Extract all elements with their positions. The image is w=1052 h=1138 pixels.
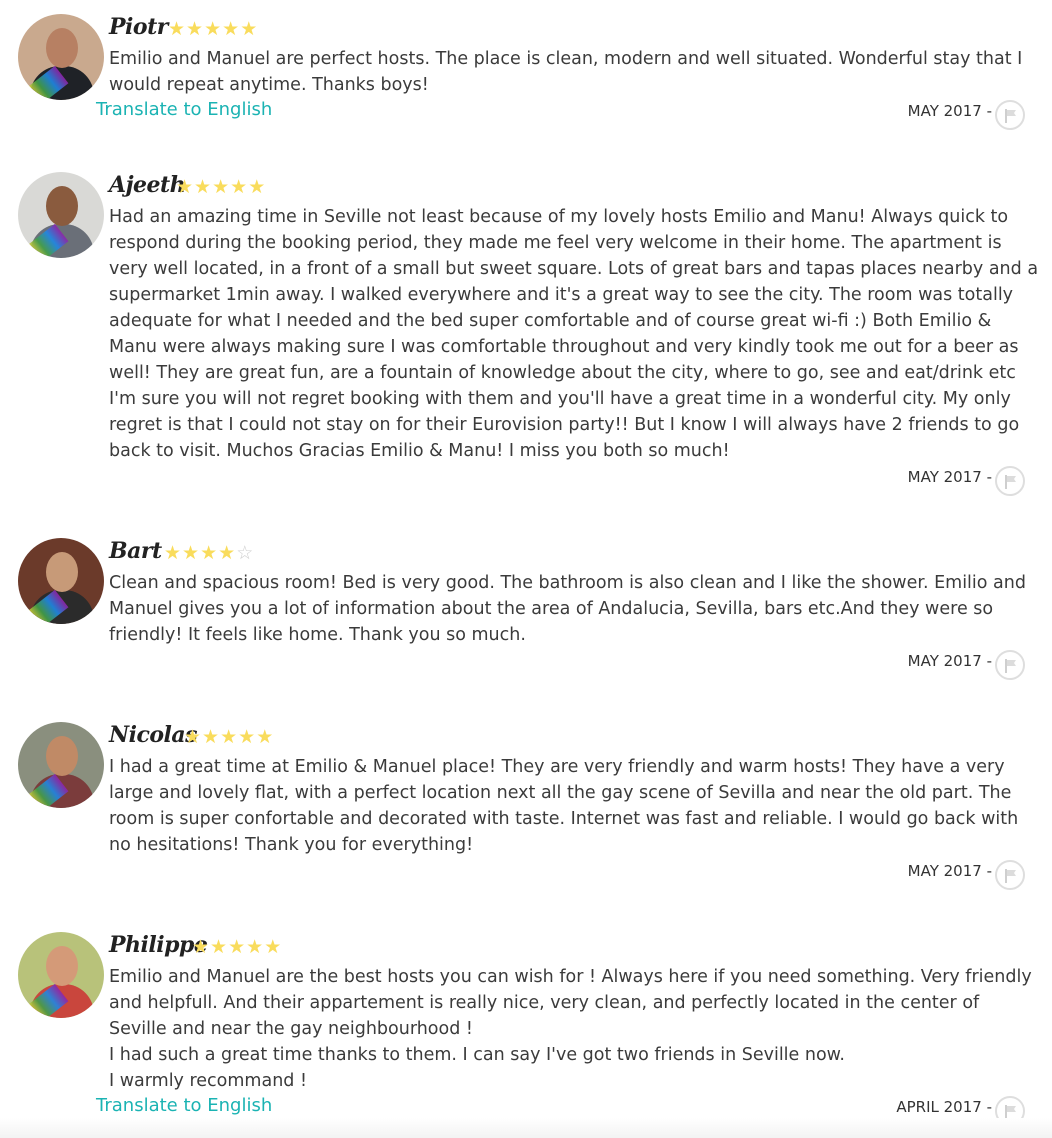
star-icon: ★ [222, 18, 240, 40]
review-text: Had an amazing time in Seville not least… [109, 207, 1039, 461]
review-text: I had a great time at Emilio & Manuel pl… [109, 757, 1019, 855]
star-icon: ★ [220, 726, 238, 748]
avatar[interactable] [18, 932, 104, 1018]
report-flag-button[interactable] [995, 100, 1025, 130]
rating-stars: ★ ★ ★ ★ ★ [176, 177, 265, 197]
avatar[interactable] [18, 722, 104, 808]
translate-link[interactable]: Translate to English [96, 99, 272, 120]
star-icon: ★ [248, 176, 266, 198]
rating-stars: ★ ★ ★ ★ ☆ [164, 543, 253, 563]
star-icon: ★ [238, 726, 256, 748]
star-icon: ★ [184, 726, 202, 748]
star-icon: ★ [176, 176, 194, 198]
star-icon: ★ [202, 726, 220, 748]
star-icon: ★ [230, 176, 248, 198]
flag-icon [1005, 659, 1016, 673]
rating-stars: ★ ★ ★ ★ ★ [192, 937, 281, 957]
flag-icon [1005, 869, 1016, 883]
star-icon: ★ [246, 936, 264, 958]
star-icon: ★ [192, 936, 210, 958]
review-date: MAY 2017 - [907, 652, 992, 670]
avatar[interactable] [18, 538, 104, 624]
review-text: Emilio and Manuel are perfect hosts. The… [109, 49, 1023, 95]
reviewer-name[interactable]: Piotr [109, 14, 168, 40]
translate-link[interactable]: Translate to English [96, 1095, 272, 1116]
review-date: MAY 2017 - [907, 468, 992, 486]
avatar[interactable] [18, 14, 104, 100]
star-icon: ★ [200, 542, 218, 564]
star-icon: ★ [228, 936, 246, 958]
avatar[interactable] [18, 172, 104, 258]
reviewer-name[interactable]: Bart [109, 538, 162, 564]
review-date: MAY 2017 - [907, 102, 992, 120]
star-icon: ★ [194, 176, 212, 198]
flag-icon [1005, 109, 1016, 123]
rating-stars: ★ ★ ★ ★ ★ [168, 19, 257, 39]
rating-stars: ★ ★ ★ ★ ★ [184, 727, 273, 747]
reviewer-name[interactable]: Ajeeth [109, 172, 186, 198]
star-empty-icon: ☆ [236, 542, 254, 564]
star-icon: ★ [210, 936, 228, 958]
star-icon: ★ [182, 542, 200, 564]
review-text: Emilio and Manuel are the best hosts you… [109, 967, 1032, 1091]
report-flag-button[interactable] [995, 860, 1025, 890]
review-date: MAY 2017 - [907, 862, 992, 880]
flag-icon [1005, 475, 1016, 489]
review-text: Clean and spacious room! Bed is very goo… [109, 573, 1026, 645]
star-icon: ★ [186, 18, 204, 40]
report-flag-button[interactable] [995, 466, 1025, 496]
report-flag-button[interactable] [995, 650, 1025, 680]
star-icon: ★ [256, 726, 274, 748]
star-icon: ★ [204, 18, 222, 40]
star-icon: ★ [240, 18, 258, 40]
star-icon: ★ [168, 18, 186, 40]
star-icon: ★ [218, 542, 236, 564]
review-date: APRIL 2017 - [896, 1098, 992, 1116]
star-icon: ★ [264, 936, 282, 958]
star-icon: ★ [212, 176, 230, 198]
page-bottom-edge [0, 1118, 1052, 1138]
star-icon: ★ [164, 542, 182, 564]
